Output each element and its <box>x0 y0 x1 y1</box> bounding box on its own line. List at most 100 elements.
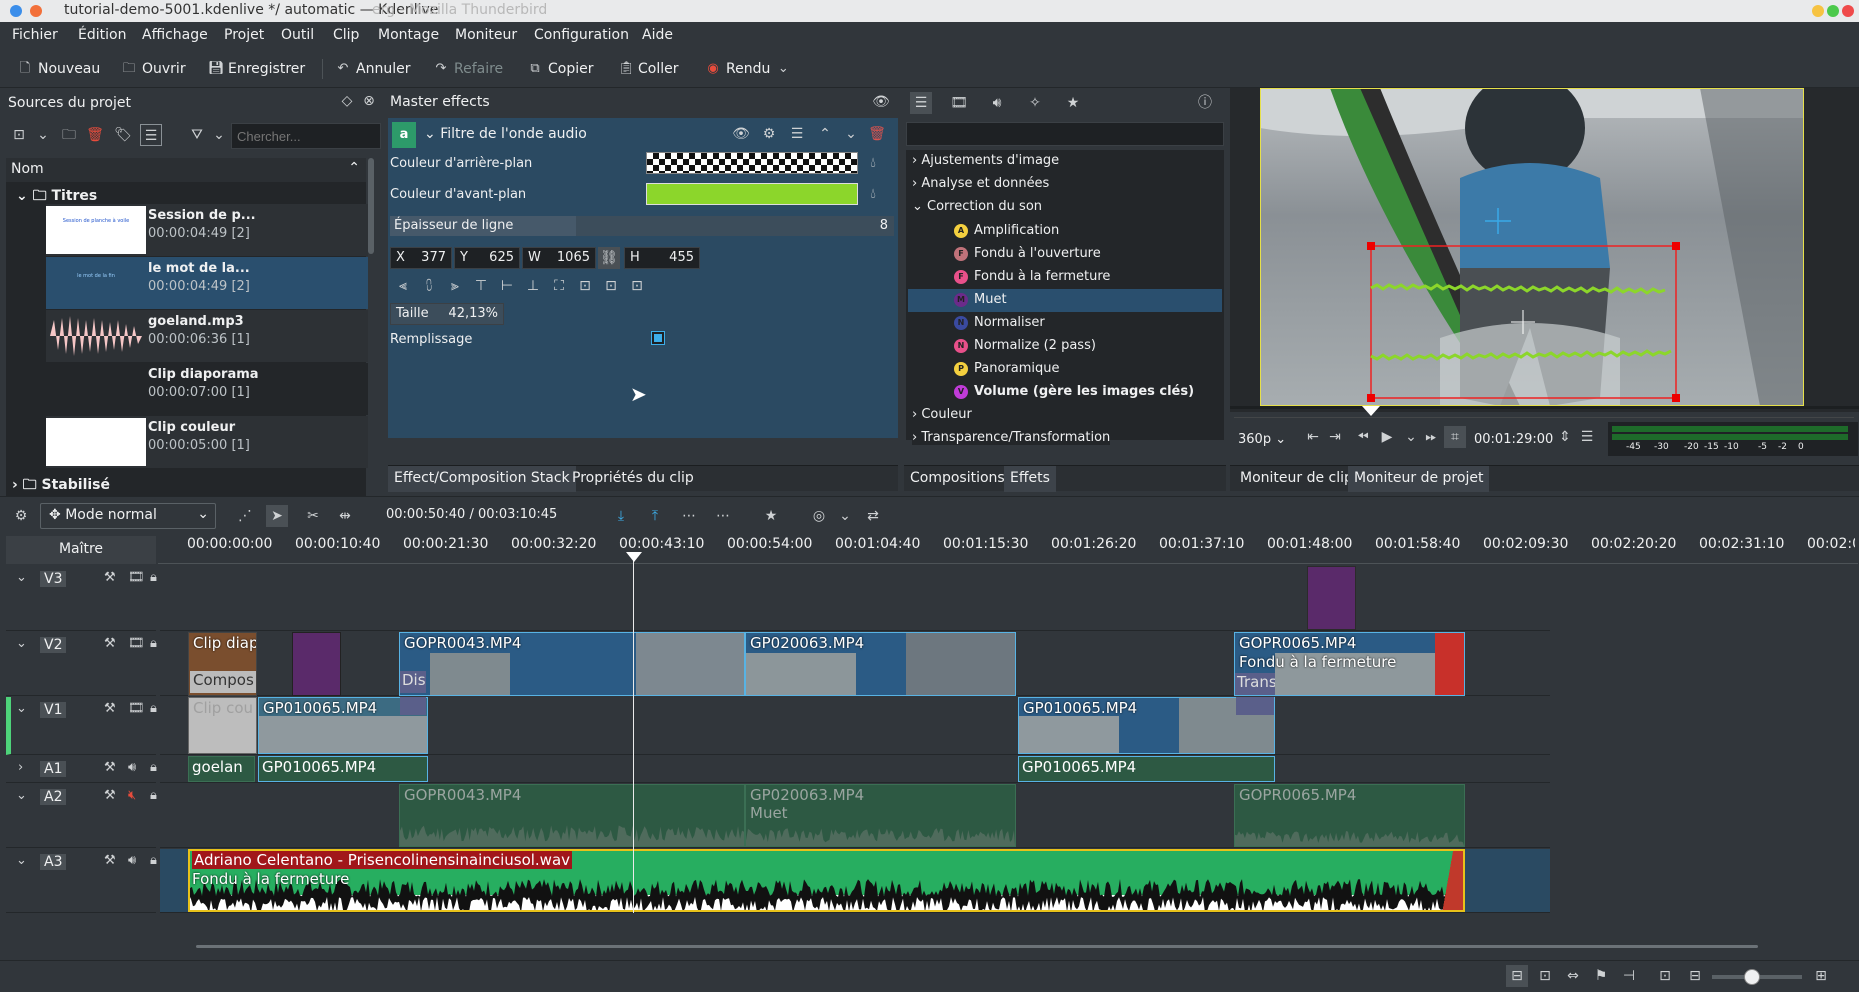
chevron-down-icon[interactable]: ⌄ <box>16 636 27 651</box>
filter-icon[interactable]: ⛛ <box>186 124 208 146</box>
chevron-down-icon[interactable]: ⌄ <box>32 124 54 146</box>
composition-marker[interactable] <box>400 697 426 715</box>
align-hcenter-icon[interactable]: ⩇ <box>418 275 440 297</box>
chevron-down-icon[interactable]: ⌄ <box>16 853 27 868</box>
record-icon[interactable]: ◎ <box>808 505 830 527</box>
favorite-star-icon[interactable]: ★ <box>1062 92 1084 114</box>
composition-marker[interactable] <box>1236 697 1274 715</box>
folder-stabilise-row[interactable]: › 🗀 Stabilisé <box>12 474 110 498</box>
move-down-icon[interactable]: ⌄ <box>840 123 862 145</box>
monitor-video-frame[interactable] <box>1260 88 1804 406</box>
set-in-icon[interactable]: ⇤ <box>1302 426 1324 448</box>
effect-item[interactable]: N Normalize (2 pass) <box>950 335 1220 358</box>
switch-icon[interactable]: ⇄ <box>862 505 884 527</box>
menu-aide[interactable]: Aide <box>642 27 673 43</box>
menu-montage[interactable]: Montage <box>378 27 439 43</box>
effect-item[interactable]: F Fondu à l'ouverture <box>950 243 1220 266</box>
video-clip[interactable]: GOPR0065.MP4 Fondu à la fermeture Trans <box>1234 632 1465 696</box>
effect-item[interactable]: P Panoramique <box>950 358 1220 381</box>
bin-item-selected[interactable]: le mot de la fin le mot de la... 00:00:0… <box>46 257 368 309</box>
film-icon[interactable]: 🎞︎ <box>128 701 145 716</box>
render-button[interactable]: ◉ Rendu ⌄ <box>706 58 790 80</box>
fill-checkbox[interactable] <box>651 331 665 345</box>
menu-outil[interactable]: Outil <box>281 27 314 43</box>
bg-color-picker[interactable] <box>646 152 858 174</box>
float-panel-icon[interactable]: ◇ <box>336 90 358 112</box>
effect-item-selected[interactable]: M Muet <box>908 289 1222 312</box>
title-clip[interactable] <box>292 632 341 696</box>
overwrite-icon[interactable]: ⤒ <box>644 505 666 527</box>
lock-icon[interactable]: 🔒︎ <box>150 701 157 716</box>
menu-clip[interactable]: Clip <box>333 27 359 43</box>
effect-header[interactable]: ⌄ Filtre de l'onde audio <box>424 126 587 142</box>
chevron-down-icon[interactable]: ⌄ <box>16 570 27 585</box>
tab-project-monitor[interactable]: Moniteur de projet <box>1348 466 1490 492</box>
menu-projet[interactable]: Projet <box>224 27 264 43</box>
master-button[interactable]: Maître <box>6 536 156 564</box>
effect-wand-icon[interactable]: ⚒ <box>104 570 116 585</box>
menu-configuration[interactable]: Configuration <box>534 27 629 43</box>
link-aspect-icon[interactable]: ⛓︎ <box>598 247 620 269</box>
folder-add-icon[interactable]: 🗀 <box>58 124 80 146</box>
spacer-tool-icon[interactable]: ⇹ <box>334 505 356 527</box>
effect-wand-icon[interactable]: ⚒ <box>104 636 116 651</box>
lock-icon[interactable]: 🔒︎ <box>150 570 157 585</box>
fade-out-marker[interactable] <box>1439 851 1463 910</box>
menu-fichier[interactable]: Fichier <box>12 27 58 43</box>
edit-mode-select[interactable]: ✥ Mode normal ⌄ <box>40 503 216 529</box>
new-button[interactable]: 🗋 Nouveau <box>18 58 101 80</box>
effect-wand-icon[interactable]: ⚒ <box>104 701 116 716</box>
tab-effects[interactable]: Effets <box>1004 466 1056 492</box>
align-left-icon[interactable]: ⫷ <box>392 275 414 297</box>
close-panel-icon[interactable]: ⊗ <box>358 90 380 112</box>
chevron-down-icon[interactable]: ⌄ <box>16 701 27 716</box>
open-button[interactable]: 🗀 Ouvrir <box>122 58 185 80</box>
timeline-playhead[interactable] <box>633 556 634 913</box>
minimize-button[interactable] <box>1812 5 1824 17</box>
favorite-star-icon[interactable]: ★ <box>760 505 782 527</box>
film-icon[interactable]: 🎞︎ <box>128 636 145 651</box>
effect-item[interactable]: V Volume (gère les images clés) <box>950 381 1220 404</box>
lock-icon[interactable]: 🔒︎ <box>150 853 157 868</box>
add-clip-icon[interactable]: ⊡ <box>8 124 30 146</box>
align-top-icon[interactable]: ⊤ <box>470 275 492 297</box>
fit-both-icon[interactable]: ⊡ <box>626 275 648 297</box>
effect-item[interactable]: F Fondu à la fermeture <box>950 266 1220 289</box>
align-right-icon[interactable]: ⫸ <box>444 275 466 297</box>
info-icon[interactable]: ⓘ <box>1194 92 1216 114</box>
close-window-button[interactable] <box>1842 5 1854 17</box>
bin-item[interactable]: Clip diaporama 00:00:07:00 [1] <box>46 363 368 415</box>
zoom-out-icon[interactable]: ⊟ <box>1684 965 1706 987</box>
w-field[interactable]: W 1065 <box>522 247 596 269</box>
window-pin-icon[interactable] <box>30 5 42 17</box>
effect-group-row[interactable]: › Ajustements d'image <box>912 153 1059 168</box>
snap-icon[interactable]: ⇔ <box>1562 965 1584 987</box>
bin-item[interactable]: Session de planche à voile Session de p.… <box>46 204 368 256</box>
transition-label[interactable]: Trans <box>1235 673 1275 695</box>
track-name[interactable]: V2 <box>40 637 67 653</box>
zoom-slider-handle[interactable] <box>1744 969 1760 985</box>
line-width-slider[interactable]: Épaisseur de ligne 8 <box>390 216 894 236</box>
razor-tool-icon[interactable]: ✂ <box>302 505 324 527</box>
menu-affichage[interactable]: Affichage <box>142 27 208 43</box>
effect-item[interactable]: A Amplification <box>950 220 1220 243</box>
x-field[interactable]: X 377 <box>390 247 452 269</box>
chevron-down-icon[interactable]: ⌄ <box>776 62 790 76</box>
slideshow-clip[interactable]: Clip diap Compos <box>188 632 257 696</box>
extract-icon[interactable]: ⋯ <box>712 505 734 527</box>
track-options-icon[interactable]: ⚙︎ <box>10 505 32 527</box>
eyedropper-icon[interactable]: 💧︎ <box>862 152 884 174</box>
marker-flag-icon[interactable]: ⚑ <box>1590 965 1612 987</box>
split-audio-icon[interactable]: ⊣ <box>1618 965 1640 987</box>
bin-search-input[interactable] <box>231 123 381 149</box>
video-clip[interactable]: GP020063.MP4 <box>745 632 1016 696</box>
audio-clip[interactable]: GP010065.MP4 <box>1018 756 1275 782</box>
y-field[interactable]: Y 625 <box>454 247 520 269</box>
adjust-height-icon[interactable]: ⊡ <box>600 275 622 297</box>
audio-clip[interactable]: GP010065.MP4 <box>258 756 428 782</box>
adjust-width-icon[interactable]: ⊡ <box>574 275 596 297</box>
timeline-hscrollbar[interactable] <box>196 945 1758 948</box>
speaker-icon[interactable]: 🔊︎ <box>128 760 136 775</box>
tag-icon[interactable]: 🏷︎ <box>112 124 134 146</box>
dissolve-label[interactable]: Dis <box>400 671 426 693</box>
